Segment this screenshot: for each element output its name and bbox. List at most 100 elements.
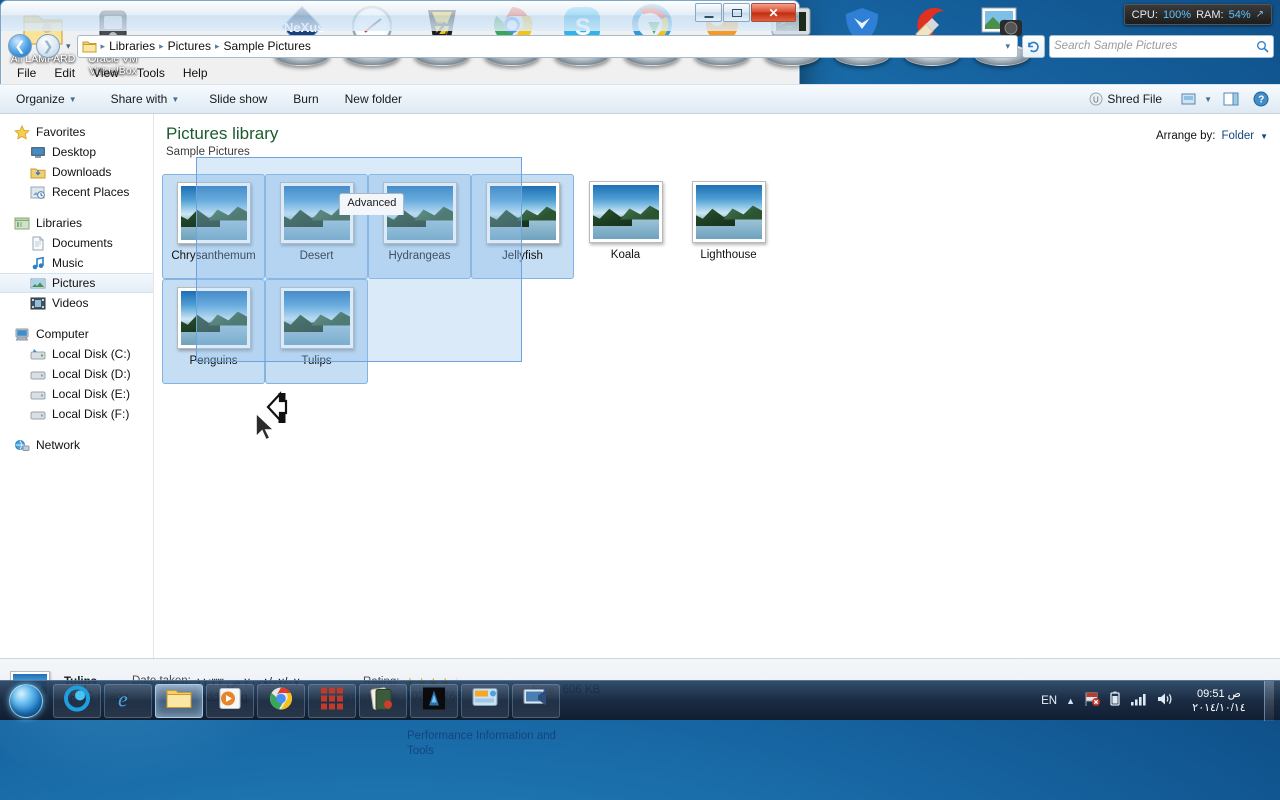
action-center-flag-icon[interactable] xyxy=(1084,691,1100,712)
show-desktop-button[interactable] xyxy=(1264,681,1274,721)
nav-item-recent-places[interactable]: Recent Places xyxy=(0,182,153,202)
library-header: Pictures library Sample Pictures Arrange… xyxy=(154,114,1280,164)
explorer-navigation-bar: ❮ ❯ ▾ ▸ Libraries ▸ Pictures ▸ Sample Pi… xyxy=(0,30,1280,62)
file-item[interactable]: Penguins xyxy=(162,279,265,384)
page-title: Pictures library xyxy=(166,124,279,143)
breadcrumb-sample-pictures[interactable]: Sample Pictures xyxy=(224,39,311,53)
file-name: Chrysanthemum xyxy=(171,250,256,262)
navigation-pane[interactable]: Favorites Desktop Downloads Recent Place… xyxy=(0,114,154,658)
file-item[interactable]: Koala xyxy=(574,174,677,279)
nav-item-local-disk-d[interactable]: Local Disk (D:) xyxy=(0,364,153,384)
taskbar-windows-explorer-button[interactable] xyxy=(155,683,203,718)
nav-item-local-disk-f[interactable]: Local Disk (F:) xyxy=(0,404,153,424)
taskbar-control-panel-button[interactable] xyxy=(461,683,509,718)
nav-item-desktop[interactable]: Desktop xyxy=(0,142,153,162)
taskbar-solitaire-button[interactable] xyxy=(359,683,407,718)
file-item[interactable]: Tulips xyxy=(265,279,368,384)
breadcrumb-libraries[interactable]: Libraries xyxy=(109,39,155,53)
address-dropdown-icon[interactable]: ▾ xyxy=(1001,41,1014,52)
recent-pages-dropdown[interactable]: ▾ xyxy=(64,41,73,52)
nav-item-label: Local Disk (C:) xyxy=(52,347,131,361)
thumbnail-grid: Chrysanthemum Desert Hydrangeas Jellyfis… xyxy=(162,174,1272,384)
back-button[interactable]: ❮ xyxy=(8,34,32,58)
svg-text:e: e xyxy=(118,686,128,711)
minimize-button[interactable] xyxy=(695,3,722,22)
breadcrumb-separator-icon[interactable]: ▸ xyxy=(158,41,165,52)
view-dropdown-icon[interactable]: ▼ xyxy=(1204,95,1212,104)
nav-item-network[interactable]: Network xyxy=(0,435,153,455)
star-icon xyxy=(14,124,30,140)
nav-item-pictures[interactable]: Pictures xyxy=(0,273,153,293)
clock[interactable]: ص 09:51 ٢٠١٤/١٠/١٤ xyxy=(1183,687,1255,715)
refresh-button[interactable] xyxy=(1022,34,1045,58)
window-controls: ✕ xyxy=(694,3,796,22)
file-name: Jellyfish xyxy=(502,250,543,262)
taskbar-chrome-button[interactable] xyxy=(257,683,305,718)
file-name: Koala xyxy=(610,249,641,261)
share-with-button[interactable]: Share with ▼ xyxy=(103,88,188,110)
address-bar[interactable]: ▸ Libraries ▸ Pictures ▸ Sample Pictures… xyxy=(76,34,1018,58)
nav-item-label: Local Disk (E:) xyxy=(52,387,131,401)
search-input[interactable]: Search Sample Pictures xyxy=(1049,34,1274,58)
file-item[interactable]: Lighthouse xyxy=(677,174,780,279)
organize-button[interactable]: Organize ▼ xyxy=(8,88,85,110)
nav-item-documents[interactable]: Documents xyxy=(0,233,153,253)
menu-view[interactable]: View xyxy=(84,64,128,82)
volume-icon[interactable] xyxy=(1156,691,1174,712)
change-view-button[interactable] xyxy=(1176,88,1202,110)
menu-tools[interactable]: Tools xyxy=(128,64,174,82)
explorer-titlebar[interactable]: ✕ xyxy=(1,1,799,31)
nav-item-music[interactable]: Music xyxy=(0,253,153,273)
taskbar-system-properties-button[interactable] xyxy=(512,683,560,718)
nav-item-local-disk-c[interactable]: Local Disk (C:) xyxy=(0,344,153,364)
forward-button[interactable]: ❯ xyxy=(36,34,60,58)
taskbar-internet-explorer-button[interactable]: e xyxy=(104,683,152,718)
network-signal-icon[interactable] xyxy=(1130,691,1147,712)
nav-item-label: Desktop xyxy=(52,145,97,159)
taskbar-iobit-button[interactable] xyxy=(53,683,101,718)
drag-move-cursor xyxy=(244,389,304,454)
performance-information-and-tools-link[interactable]: Performance Information and Tools xyxy=(407,729,577,759)
maximize-button[interactable] xyxy=(723,3,750,22)
nav-item-downloads[interactable]: Downloads xyxy=(0,162,153,182)
slide-show-button[interactable]: Slide show xyxy=(201,88,275,110)
file-item[interactable]: Chrysanthemum xyxy=(162,174,265,279)
show-hidden-icons-button[interactable]: ▲ xyxy=(1066,696,1075,706)
nav-item-label: Downloads xyxy=(52,165,112,179)
documents-icon xyxy=(32,236,44,250)
nav-item-favorites[interactable]: Favorites xyxy=(0,122,153,142)
new-folder-button[interactable]: New folder xyxy=(337,88,410,110)
breadcrumb-pictures[interactable]: Pictures xyxy=(168,39,211,53)
expand-arrow-icon[interactable]: ↗ xyxy=(1256,9,1264,20)
help-button[interactable]: ? xyxy=(1248,88,1274,110)
file-item[interactable]: Jellyfish xyxy=(471,174,574,279)
battery-icon[interactable] xyxy=(1109,691,1121,712)
language-indicator[interactable]: EN xyxy=(1041,695,1057,707)
nav-item-libraries[interactable]: Libraries xyxy=(0,213,153,233)
breadcrumb-separator-icon[interactable]: ▸ xyxy=(214,41,221,52)
shred-file-button[interactable]: U Shred File xyxy=(1081,88,1170,110)
taskbar-dark-app-button[interactable] xyxy=(410,683,458,718)
cpu-ram-widget[interactable]: CPU: 100% RAM: 54% ↗ xyxy=(1123,4,1272,25)
menu-help[interactable]: Help xyxy=(174,64,217,82)
taskbar-media-player-button[interactable] xyxy=(206,683,254,718)
tab-advanced[interactable]: Advanced xyxy=(339,193,405,215)
close-button[interactable]: ✕ xyxy=(751,3,796,22)
maximize-icon xyxy=(731,8,742,17)
file-list-pane[interactable]: Pictures library Sample Pictures Arrange… xyxy=(154,114,1280,658)
arrange-by-control[interactable]: Arrange by: Folder ▼ xyxy=(1156,130,1268,142)
taskbar-calculator-button[interactable] xyxy=(308,683,356,718)
chevron-down-icon: ▼ xyxy=(68,94,77,104)
start-button[interactable] xyxy=(2,682,50,720)
file-item[interactable]: Desert xyxy=(265,174,368,279)
windows-explorer-window[interactable]: ✕ ❮ ❯ ▾ ▸ Libraries ▸ Pictures ▸ Sample … xyxy=(0,0,1280,720)
nav-item-computer[interactable]: Computer xyxy=(0,324,153,344)
preview-pane-button[interactable] xyxy=(1218,88,1244,110)
folder-icon xyxy=(82,41,97,52)
nav-item-videos[interactable]: Videos xyxy=(0,293,153,313)
nav-item-local-disk-e[interactable]: Local Disk (E:) xyxy=(0,384,153,404)
file-item[interactable]: Hydrangeas xyxy=(368,174,471,279)
menu-edit[interactable]: Edit xyxy=(45,64,84,82)
menu-file[interactable]: File xyxy=(8,64,45,82)
burn-button[interactable]: Burn xyxy=(285,88,326,110)
